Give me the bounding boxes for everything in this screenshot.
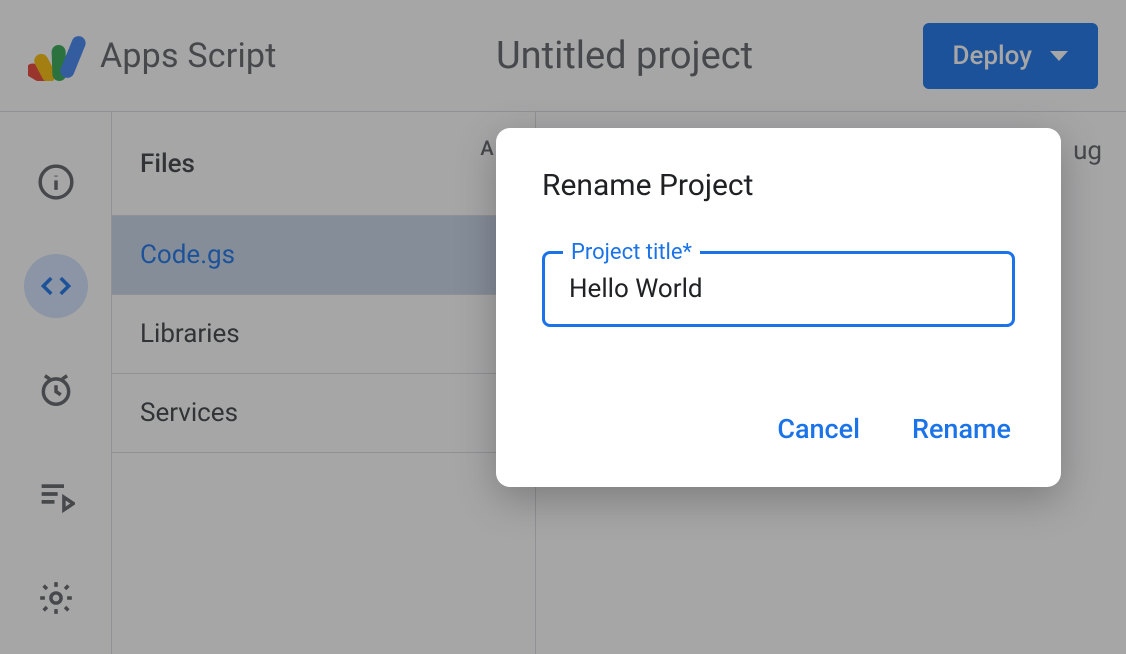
dialog-actions: Cancel Rename: [542, 405, 1015, 453]
project-title-field[interactable]: Project title*: [542, 251, 1015, 327]
cancel-button[interactable]: Cancel: [773, 405, 864, 453]
dialog-title: Rename Project: [542, 168, 1015, 203]
project-title-input[interactable]: [569, 274, 988, 304]
rename-button[interactable]: Rename: [908, 405, 1015, 453]
project-title-label: Project title*: [563, 240, 700, 265]
rename-project-dialog: Rename Project Project title* Cancel Ren…: [496, 128, 1061, 487]
